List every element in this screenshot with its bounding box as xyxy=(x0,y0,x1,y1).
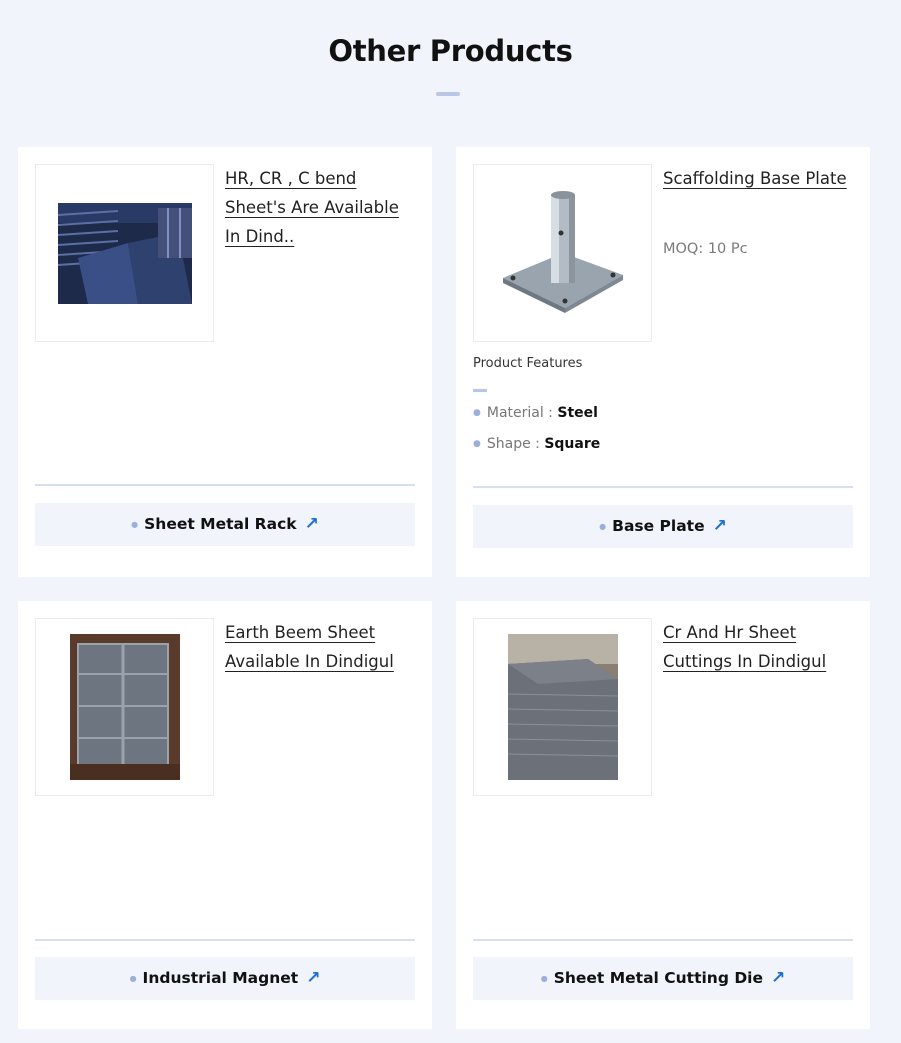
card-divider xyxy=(35,939,415,941)
product-title-link[interactable]: HR, CR , C bend Sheet's Are Available In… xyxy=(225,164,415,251)
cr-hr-sheet-photo xyxy=(507,634,618,780)
earth-beem-sheet-photo xyxy=(69,634,180,780)
bullet-icon: ● xyxy=(540,974,548,983)
feature-value: Steel xyxy=(557,405,598,421)
card-divider xyxy=(473,939,853,941)
title-underline xyxy=(436,92,460,96)
product-card-sheet-metal-cutting-die: Cr And Hr Sheet Cuttings In Dindigul ● Sh… xyxy=(456,601,870,1029)
card-divider xyxy=(473,486,853,488)
card-divider xyxy=(35,484,415,486)
product-image[interactable] xyxy=(473,164,652,342)
feature-label: Material : xyxy=(486,405,553,421)
section-title: Other Products xyxy=(328,34,573,68)
base-plate-photo xyxy=(502,191,623,313)
product-image[interactable] xyxy=(35,618,214,796)
product-title-link[interactable]: Earth Beem Sheet Available In Dindigul xyxy=(225,618,415,676)
category-button-sheet-metal-rack[interactable]: ● Sheet Metal Rack ↗ xyxy=(35,503,415,546)
product-title-link[interactable]: Cr And Hr Sheet Cuttings In Dindigul xyxy=(663,618,853,676)
features-underline xyxy=(473,389,487,392)
metal-rack-photo xyxy=(57,202,192,304)
category-label: Industrial Magnet xyxy=(142,969,299,987)
category-label: Sheet Metal Rack xyxy=(144,515,297,533)
product-title-link[interactable]: Scaffolding Base Plate xyxy=(663,164,853,193)
bullet-icon: ● xyxy=(131,520,139,529)
product-card-industrial-magnet: Earth Beem Sheet Available In Dindigul ●… xyxy=(18,601,432,1029)
bullet-icon: ● xyxy=(473,408,481,418)
arrow-up-right-icon: ↗ xyxy=(712,516,727,536)
arrow-up-right-icon: ↗ xyxy=(771,968,786,988)
product-image[interactable] xyxy=(473,618,652,796)
feature-shape: ● Shape : Square xyxy=(473,436,600,452)
feature-label: Shape : xyxy=(486,436,540,452)
category-button-base-plate[interactable]: ● Base Plate ↗ xyxy=(473,505,853,548)
feature-value: Square xyxy=(544,436,601,452)
product-card-sheet-metal-rack: HR, CR , C bend Sheet's Are Available In… xyxy=(18,147,432,577)
category-button-sheet-metal-cutting-die[interactable]: ● Sheet Metal Cutting Die ↗ xyxy=(473,957,853,1000)
product-image[interactable] xyxy=(35,164,214,342)
category-button-industrial-magnet[interactable]: ● Industrial Magnet ↗ xyxy=(35,957,415,1000)
product-card-base-plate: Scaffolding Base Plate MOQ: 10 Pc Produc… xyxy=(456,147,870,577)
arrow-up-right-icon: ↗ xyxy=(306,968,321,988)
category-label: Sheet Metal Cutting Die xyxy=(553,969,764,987)
moq-text: MOQ: 10 Pc xyxy=(663,241,748,257)
category-label: Base Plate xyxy=(612,517,705,535)
feature-material: ● Material : Steel xyxy=(473,405,598,421)
bullet-icon: ● xyxy=(599,522,607,531)
bullet-icon: ● xyxy=(129,974,137,983)
bullet-icon: ● xyxy=(473,439,481,449)
features-heading: Product Features xyxy=(473,356,583,371)
arrow-up-right-icon: ↗ xyxy=(304,514,319,534)
